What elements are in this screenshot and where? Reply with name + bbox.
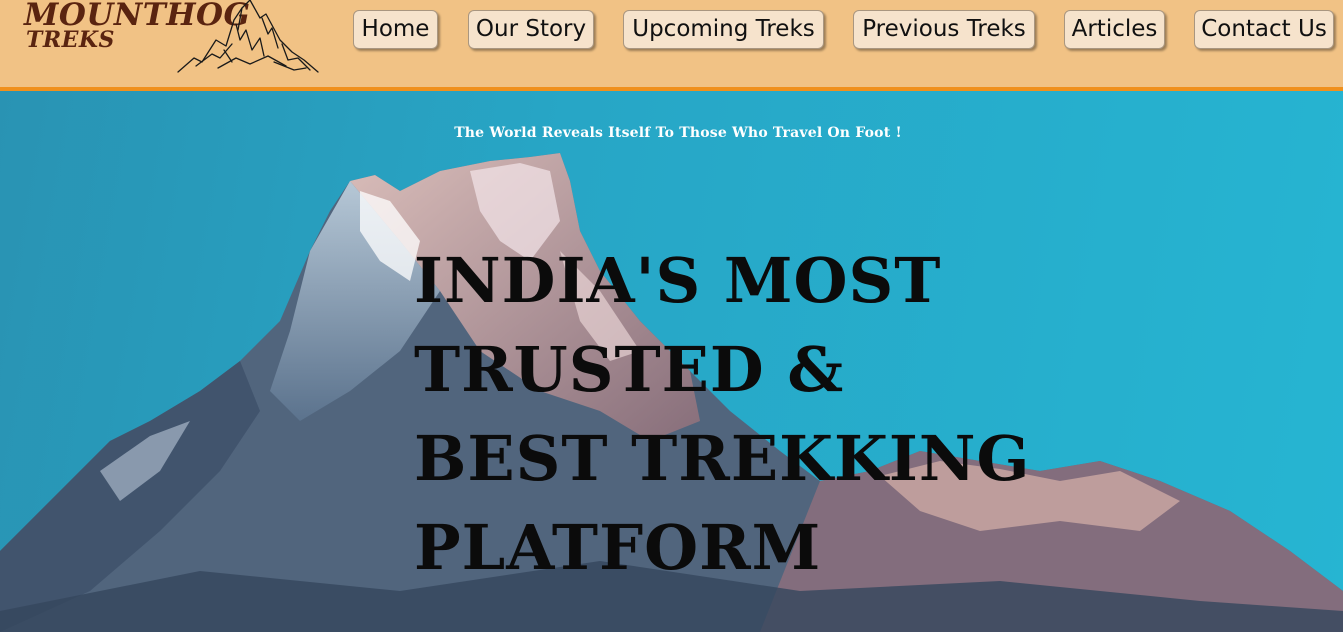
nav-previous-treks[interactable]: Previous Treks <box>853 10 1035 49</box>
nav-upcoming-treks[interactable]: Upcoming Treks <box>623 10 824 49</box>
nav-home[interactable]: Home <box>353 10 438 49</box>
brand-logo[interactable]: MOUNTHOG TREKS <box>0 0 330 87</box>
hero-headline: INDIA'S MOST TRUSTED & BEST TREKKING PLA… <box>414 236 1030 592</box>
hero-tagline: The World Reveals Itself To Those Who Tr… <box>454 125 902 141</box>
headline-line-3: BEST TREKKING <box>414 422 1031 495</box>
nav-articles[interactable]: Articles <box>1064 10 1165 49</box>
nav-our-story[interactable]: Our Story <box>468 10 594 49</box>
nav-contact-us[interactable]: Contact Us <box>1194 10 1334 49</box>
mountain-sketch-icon <box>177 0 319 73</box>
brand-name-line2: TREKS <box>26 27 115 53</box>
hero-section: The World Reveals Itself To Those Who Tr… <box>0 91 1343 632</box>
headline-line-2: TRUSTED & <box>414 333 845 406</box>
headline-line-1: INDIA'S MOST <box>414 244 942 317</box>
headline-line-4: PLATFORM <box>414 511 822 584</box>
top-navbar: MOUNTHOG TREKS Home Our Story Upcoming T… <box>0 0 1343 91</box>
